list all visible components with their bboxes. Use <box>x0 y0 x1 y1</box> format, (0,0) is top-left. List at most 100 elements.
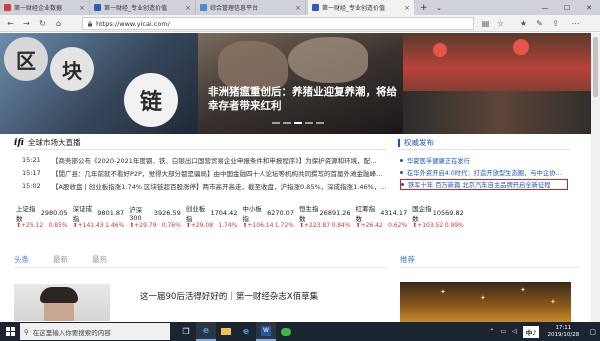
carousel-dot[interactable] <box>316 122 324 124</box>
scrollbar-thumb[interactable] <box>593 37 598 97</box>
news-item[interactable]: 15:21 【商务部公布《2020-2021年度钢、铁、白银出口国营贸易企业申报… <box>14 154 387 166</box>
share-icon[interactable]: ⇪ <box>550 18 561 29</box>
carousel-dot[interactable] <box>305 122 313 124</box>
volume-icon[interactable]: ◁ <box>512 328 517 335</box>
index-pct: 0.84% <box>331 221 351 229</box>
index-pct: 1.74% <box>218 221 238 229</box>
index-name: 红筹指数 <box>355 204 376 223</box>
favorite-star-icon[interactable]: ☆ <box>495 18 506 29</box>
refresh-icon[interactable]: ↻ <box>37 18 48 29</box>
hero-side-image-right[interactable] <box>403 33 600 134</box>
market-live-header: ifi 全球市场大直播 <box>14 136 387 150</box>
tab-headlines[interactable]: 头条 <box>14 254 29 267</box>
hero-side-image-left[interactable]: 区 块 链 <box>0 33 198 134</box>
url-field[interactable]: https://www.yicai.com/ <box>82 17 474 30</box>
edge-browser-icon-2[interactable]: e <box>236 322 256 341</box>
network-icon[interactable]: ▭ <box>500 328 506 335</box>
index-pct: 0.85% <box>48 221 68 229</box>
edge-browser-icon[interactable]: e <box>196 322 216 341</box>
recommend-banner[interactable]: ✦ ✦ ✦ ✦ <box>400 282 571 322</box>
index-change: ⬆+106.14 <box>242 221 274 229</box>
article-thumbnail[interactable] <box>14 284 110 321</box>
news-item[interactable]: 15:17 【閒广县：几年前就不看好P2P，觉得大部分都是骗局】由中国金融四十人… <box>14 167 387 179</box>
tab-label: 第一财经企业数据 <box>14 5 63 12</box>
browser-tab[interactable]: 综合管理信息平台 × <box>196 0 306 15</box>
index-card[interactable]: 中小板指 6270.07 ⬆+106.14 1.72% <box>240 205 297 236</box>
close-window-icon[interactable]: ✕ <box>578 0 600 15</box>
index-card[interactable]: 深证成指 9801.87 ⬆+141.43 1.46% <box>71 205 128 236</box>
tray-chevron-icon[interactable]: ⌃ <box>489 328 494 335</box>
favicon-icon <box>4 4 11 11</box>
file-explorer-icon[interactable] <box>216 322 236 341</box>
authority-text[interactable]: 在华外资开启4.0时代：打造开放型生态圈，与中企协同… <box>407 168 568 177</box>
index-card[interactable]: 国企指数 10569.82 ⬆+103.52 0.99% <box>410 205 467 236</box>
home-icon[interactable]: ⌂ <box>53 18 64 29</box>
street-crowd-image <box>403 91 600 134</box>
pig-image <box>218 41 288 91</box>
tab-label: 第一财经_专业创造价值 <box>322 5 386 12</box>
new-tab-button[interactable]: + <box>416 0 430 15</box>
back-icon[interactable]: ← <box>5 18 16 29</box>
more-menu-icon[interactable]: ⋯ <box>570 18 581 29</box>
index-name: 沪深300 <box>129 205 143 222</box>
task-view-icon[interactable]: ❐ <box>176 322 196 341</box>
section-title: 全球市场大直播 <box>27 138 81 147</box>
windows-start-icon[interactable] <box>0 322 20 341</box>
carousel-dot[interactable] <box>272 122 280 124</box>
index-card[interactable]: 红筹指数 4314.17 ⬆+26.42 0.62% <box>354 204 411 236</box>
recommend-header[interactable]: 推荐 <box>400 254 580 268</box>
news-item[interactable]: 15:02 【A股收盘 | 创业板指涨1.74% 区块链超百股涨停】两市高开高走… <box>14 180 387 192</box>
authority-item[interactable]: 在华外资开启4.0时代：打造开放型生态圈，与中企协同… <box>400 167 568 178</box>
article-item[interactable]: 这一届90后活得好好的｜第一财经杂志X佰草集 <box>14 284 387 321</box>
hero-main-slide[interactable]: 非洲猪瘟重创后：养猪业迎复养潮，将给幸存者带来红利 <box>198 33 403 134</box>
reading-view-icon[interactable]: ▤ <box>480 18 491 29</box>
close-tab-icon[interactable]: × <box>401 4 410 12</box>
tab-hottest[interactable]: 最热 <box>92 254 107 267</box>
maximize-icon[interactable]: ☐ <box>556 0 578 15</box>
favorites-hub-icon[interactable]: ★ <box>518 18 529 29</box>
index-change: ⬆+25.12 <box>16 221 44 229</box>
news-text[interactable]: 【商务部公布《2020-2021年度钢、铁、白银出口国营贸易企业申报条件和申报程… <box>52 155 377 165</box>
index-pct: 0.99% <box>444 221 464 229</box>
taskbar-search-input[interactable]: ⚲ 在这里输入你要搜索的内容 <box>20 323 170 340</box>
hero-headline[interactable]: 非洲猪瘟重创后：养猪业迎复养潮，将给幸存者带来红利 <box>208 85 398 113</box>
article-title[interactable]: 这一届90后活得好好的｜第一财经杂志X佰草集 <box>140 290 318 321</box>
index-ticker: 上证指数 2980.05 ⬆+25.12 0.85% 深证成指 9801.87 ⬆+1… <box>14 204 580 236</box>
windows-taskbar: ⚲ 在这里输入你要搜索的内容 ❐ e e W ⌃ ▭ ◁ 中♪ 17:11 20… <box>0 322 600 341</box>
notification-icon[interactable]: ▢ <box>589 328 596 336</box>
index-card[interactable]: 上证指数 2980.05 ⬆+25.12 0.85% <box>14 204 71 236</box>
close-tab-icon[interactable]: × <box>182 4 191 12</box>
index-name: 上证指数 <box>16 204 36 223</box>
index-card[interactable]: 恒生指数 26891.26 ⬆+223.87 0.84% <box>297 205 354 236</box>
authority-item-highlighted[interactable]: 铁军十年 百万新篇 北京汽车自主品牌开启全新征程 <box>400 179 568 190</box>
bullet-icon <box>400 159 403 162</box>
browser-tab[interactable]: 第一财经_专业创造价值 × <box>90 0 196 15</box>
wechat-icon[interactable] <box>276 322 296 341</box>
tab-list-icon[interactable]: ⌄ <box>432 0 446 15</box>
authority-text[interactable]: 铁军十年 百万新篇 北京汽车自主品牌开启全新征程 <box>408 180 551 189</box>
index-name: 创业板指 <box>185 204 206 223</box>
minimize-icon[interactable]: — <box>534 0 556 15</box>
carousel-dot-active[interactable] <box>294 122 302 124</box>
index-change: ⬆+29.08 <box>185 221 214 229</box>
notes-icon[interactable]: ✎ <box>534 18 545 29</box>
index-card[interactable]: 创业板指 1704.42 ⬆+29.08 1.74% <box>184 204 241 236</box>
ime-indicator[interactable]: 中♪ <box>522 325 540 338</box>
carousel-dot[interactable] <box>283 122 291 124</box>
browser-tab[interactable]: 第一财经企业数据 × <box>0 0 90 15</box>
authority-text[interactable]: 华夏医孚健康正在发行 <box>407 156 470 165</box>
index-card[interactable]: 沪深300 3926.59 ⬆+29.79 0.76% <box>127 206 184 236</box>
close-tab-icon[interactable]: × <box>76 4 85 12</box>
tab-latest[interactable]: 最新 <box>53 254 68 267</box>
close-tab-icon[interactable]: × <box>292 4 301 12</box>
browser-tab-active[interactable]: 第一财经_专业创造价值 × <box>308 0 414 15</box>
taskbar-clock[interactable]: 17:11 2019/10/28 <box>545 325 581 339</box>
index-pct: 0.62% <box>388 221 408 229</box>
news-text[interactable]: 【閒广县：几年前就不看好P2P，觉得大部分都是骗局】由中国金融四十人论坛等机构共… <box>52 168 382 178</box>
page-scrollbar[interactable] <box>591 33 600 322</box>
news-text[interactable]: 【A股收盘 | 创业板指涨1.74% 区块链超百股涨停】两市高开高走，截至收盘，… <box>52 181 387 191</box>
authority-item[interactable]: 华夏医孚健康正在发行 <box>400 155 568 166</box>
forward-icon[interactable]: → <box>21 18 32 29</box>
clock-time: 17:11 <box>555 324 572 331</box>
word-icon[interactable]: W <box>256 322 276 341</box>
